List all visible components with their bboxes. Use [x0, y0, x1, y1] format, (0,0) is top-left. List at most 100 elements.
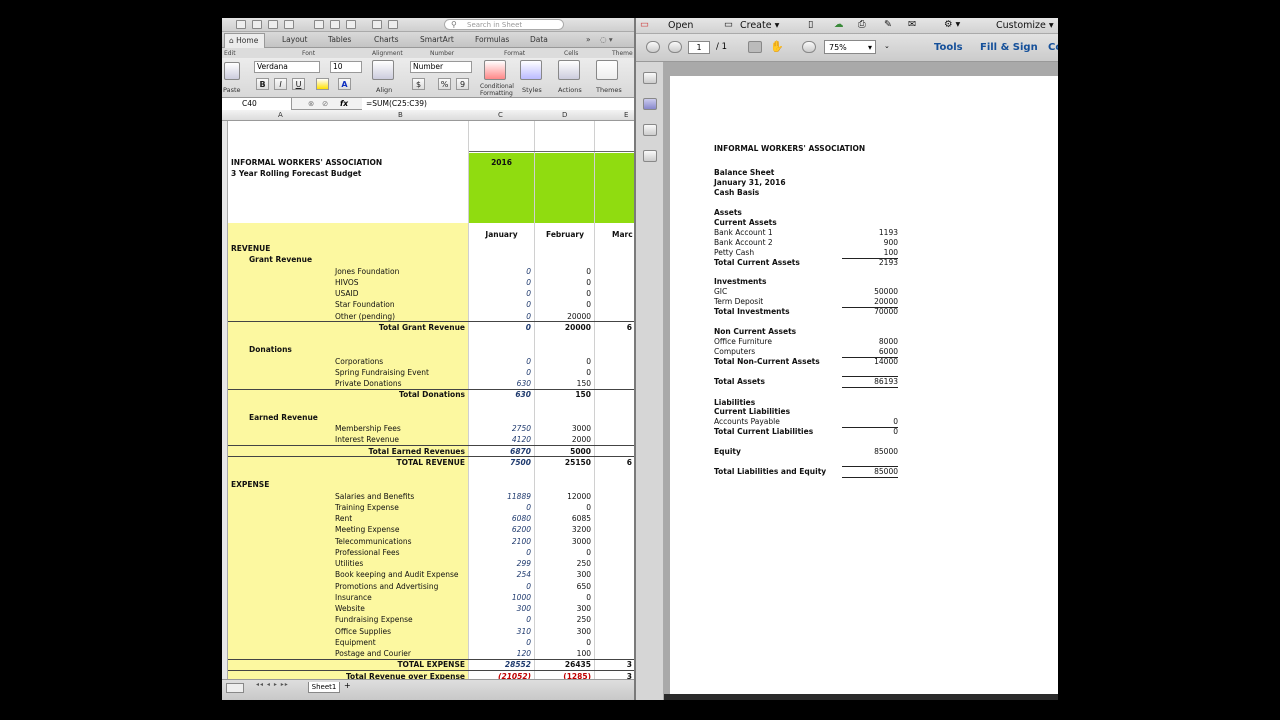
february-value[interactable]: 2000: [535, 434, 591, 445]
customize-button[interactable]: Customize ▾: [996, 20, 1054, 31]
tools-button[interactable]: Tools: [934, 42, 963, 53]
february-value[interactable]: 100: [535, 648, 591, 659]
save-icon[interactable]: [268, 20, 278, 29]
row-label[interactable]: Utilities: [335, 558, 363, 569]
row-label[interactable]: Rent: [335, 513, 352, 524]
bold-button[interactable]: B: [256, 78, 269, 90]
underline-button[interactable]: U: [292, 78, 305, 90]
spreadsheet-grid[interactable]: INFORMAL WORKERS' ASSOCIATION 3 Year Rol…: [228, 121, 634, 679]
january-value[interactable]: 0: [469, 277, 531, 288]
sheet-nav-arrows-icon[interactable]: ◂◂ ◂ ▸ ▸▸: [256, 681, 289, 688]
align-icon[interactable]: [372, 60, 394, 80]
row-label[interactable]: Fundraising Expense: [335, 614, 413, 625]
actions-icon[interactable]: [558, 60, 580, 80]
comment-button[interactable]: Co: [1048, 42, 1058, 53]
zoom-menu-icon[interactable]: ⌄: [884, 42, 890, 50]
january-value[interactable]: (21052): [469, 671, 531, 680]
february-value[interactable]: 300: [535, 569, 591, 580]
january-value[interactable]: 6200: [469, 524, 531, 535]
fill-color-icon[interactable]: [316, 78, 329, 90]
open-icon[interactable]: [252, 20, 262, 29]
february-value[interactable]: 3000: [535, 423, 591, 434]
march-value[interactable]: 6: [595, 322, 632, 333]
row-label[interactable]: Total Grant Revenue: [228, 322, 465, 333]
percent-button[interactable]: %: [438, 78, 451, 90]
february-value[interactable]: 26435: [535, 659, 591, 670]
number-format-select[interactable]: Number: [410, 61, 472, 73]
bookmarks-icon[interactable]: [643, 98, 657, 110]
january-value[interactable]: 630: [469, 389, 531, 400]
italic-button[interactable]: I: [274, 78, 287, 90]
zoom-select[interactable]: 75% ▾: [824, 40, 876, 54]
january-value[interactable]: 0: [469, 614, 531, 625]
february-value[interactable]: 12000: [535, 491, 591, 502]
february-value[interactable]: 0: [535, 547, 591, 558]
february-value[interactable]: 3000: [535, 536, 591, 547]
tab-formulas[interactable]: Formulas: [475, 35, 509, 44]
january-value[interactable]: 120: [469, 648, 531, 659]
february-value[interactable]: 300: [535, 626, 591, 637]
march-value[interactable]: 3: [595, 671, 632, 680]
ribbon-options-icon[interactable]: ◌ ▾: [600, 35, 613, 44]
tab-overflow[interactable]: »: [586, 35, 591, 44]
tab-charts[interactable]: Charts: [374, 35, 399, 44]
row-label[interactable]: Jones Foundation: [335, 266, 399, 277]
column-b-header[interactable]: B: [398, 111, 403, 119]
row-label[interactable]: Interest Revenue: [335, 434, 399, 445]
print-icon[interactable]: ⎙: [858, 19, 866, 30]
january-value[interactable]: 310: [469, 626, 531, 637]
currency-icon[interactable]: $: [412, 78, 425, 90]
name-box[interactable]: C40: [222, 98, 292, 110]
row-label[interactable]: Membership Fees: [335, 423, 401, 434]
row-label[interactable]: Other (pending): [335, 311, 395, 322]
january-value[interactable]: 0: [469, 581, 531, 592]
column-e-header[interactable]: E: [624, 111, 628, 119]
row-label[interactable]: Meeting Expense: [335, 524, 399, 535]
january-value[interactable]: 0: [469, 547, 531, 558]
paste-clipboard-icon[interactable]: [224, 62, 240, 80]
prev-page-icon[interactable]: [646, 41, 660, 53]
formula-accept-icon[interactable]: ⊘: [322, 99, 328, 108]
pdf-page[interactable]: INFORMAL WORKERS' ASSOCIATION Balance Sh…: [670, 76, 1058, 698]
february-value[interactable]: 20000: [535, 311, 591, 322]
march-value[interactable]: 3: [595, 659, 632, 670]
row-label[interactable]: Private Donations: [335, 378, 402, 389]
february-value[interactable]: 150: [535, 389, 591, 400]
tab-home[interactable]: ⌂ Home: [224, 33, 266, 48]
january-value[interactable]: 6870: [469, 446, 531, 457]
row-label[interactable]: Total Revenue over Expense: [228, 671, 465, 680]
undo-icon[interactable]: [372, 20, 382, 29]
january-value[interactable]: 11889: [469, 491, 531, 502]
february-value[interactable]: 0: [535, 367, 591, 378]
february-value[interactable]: 0: [535, 637, 591, 648]
hand-tool-icon[interactable]: ✋: [770, 40, 784, 53]
attachments-icon[interactable]: [643, 124, 657, 136]
row-label[interactable]: Spring Fundraising Event: [335, 367, 429, 378]
column-c-header[interactable]: C: [498, 111, 503, 119]
row-label[interactable]: Salaries and Benefits: [335, 491, 414, 502]
february-value[interactable]: 250: [535, 558, 591, 569]
january-value[interactable]: 4120: [469, 434, 531, 445]
january-value[interactable]: 0: [469, 502, 531, 513]
row-label[interactable]: HIVOS: [335, 277, 359, 288]
fill-sign-button[interactable]: Fill & Sign: [980, 42, 1038, 53]
redo-icon[interactable]: [388, 20, 398, 29]
january-value[interactable]: 0: [469, 322, 531, 333]
edit-icon[interactable]: ✎: [884, 19, 892, 30]
january-value[interactable]: 2100: [469, 536, 531, 547]
signatures-icon[interactable]: [643, 150, 657, 162]
february-value[interactable]: 0: [535, 266, 591, 277]
zoom-out-icon[interactable]: [802, 41, 816, 53]
january-value[interactable]: 1000: [469, 592, 531, 603]
february-value[interactable]: 5000: [535, 446, 591, 457]
row-label[interactable]: Corporations: [335, 356, 383, 367]
open-button[interactable]: Open: [668, 20, 693, 31]
row-label[interactable]: Website: [335, 603, 365, 614]
cloud-upload-icon[interactable]: ☁: [834, 19, 844, 30]
january-value[interactable]: 0: [469, 637, 531, 648]
row-label[interactable]: TOTAL REVENUE: [228, 457, 465, 468]
january-value[interactable]: 630: [469, 378, 531, 389]
page-thumbnails-icon[interactable]: [643, 72, 657, 84]
row-label[interactable]: Promotions and Advertising: [335, 581, 438, 592]
gear-icon[interactable]: ⚙ ▾: [944, 19, 960, 30]
